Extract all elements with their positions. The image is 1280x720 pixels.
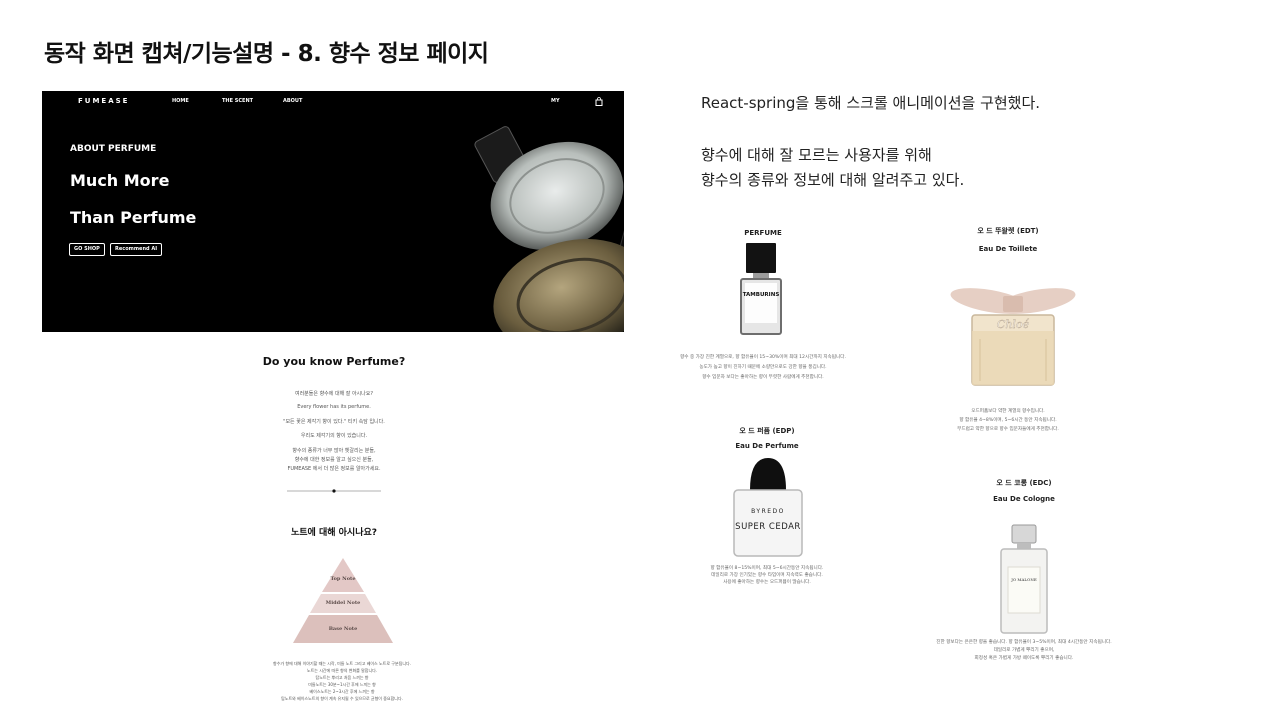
intro-line: 우리도 제각기의 향이 있습니다. xyxy=(300,433,368,439)
go-shop-button[interactable]: GO SHOP xyxy=(69,243,105,256)
type-subtitle-edp: Eau De Perfume xyxy=(735,442,799,450)
middle-note-label: Middel Note xyxy=(325,600,361,606)
hero-headline-2: Than Perfume xyxy=(70,208,197,227)
type-text-edc: 회정성 혹은 가볍게 가방 떼이도록 뿌리기 좋습니다. xyxy=(974,656,1074,661)
type-text-edc: 진한 향보다는 은은한 향을 좋습니다. 향 함유율이 3~5%이며, 최대 4… xyxy=(936,640,1112,645)
type-title-edp: 오 드 퍼퓸 (EDP) xyxy=(739,427,795,435)
byredo-bottle-label: SUPER CEDAR xyxy=(735,522,801,532)
brand-logo[interactable]: FUMEASE xyxy=(78,97,129,105)
nav-about[interactable]: ABOUT xyxy=(283,98,302,104)
nav-my[interactable]: MY xyxy=(551,98,560,104)
byredo-brand-label: BYREDO xyxy=(751,508,785,515)
notes-title: 노트에 대해 아시나요? xyxy=(290,528,377,538)
notes-line: 향수가 향에 대해 이야기할 때는 시작, 미들 노트 그리고 베이스 노트로 … xyxy=(273,661,411,666)
intro-line: 여러분들은 향수에 대해 잘 아시나요? xyxy=(294,391,373,397)
cart-icon[interactable] xyxy=(595,97,603,106)
tamburins-bottle-label: TAMBURINS xyxy=(743,292,780,298)
intro-title: Do you know Perfume? xyxy=(262,355,406,368)
intro-line: 향수의 종류가 너무 많아 헷갈리는 분들, xyxy=(292,448,376,454)
base-note-label: Base Note xyxy=(328,626,358,632)
intro-line: 향수에 대한 정보를 알고 싶으신 분들, xyxy=(294,457,374,463)
slide-title: 동작 화면 캡쳐/기능설명 - 8. 향수 정보 페이지 xyxy=(44,41,489,67)
type-text-perfume: 농도가 높고 향이 진하기 때문에 소량만으로도 강한 향을 풍깁니다. xyxy=(699,365,827,370)
jo-malone-bottle-label: JO MALONE xyxy=(1010,577,1037,582)
byredo-bottle-image: BYREDO SUPER CEDAR xyxy=(733,458,803,557)
nav-the-scent[interactable]: THE SCENT xyxy=(222,98,253,104)
intro-line: FUMEASE 에서 더 많은 정보를 알아가세요. xyxy=(287,466,381,472)
notes-line: 미들노트는 30분~1시간 후에 느끼는 향 xyxy=(308,682,376,687)
type-text-perfume: 향수 중 가장 진한 계열으로, 향 함유율이 15~30%이며 최대 12시간… xyxy=(680,355,846,360)
description-line-1: React-spring을 통해 스크롤 애니메이션을 구현했다. xyxy=(701,94,1041,112)
hero-subtitle: ABOUT PERFUME xyxy=(70,144,157,154)
hero-headline-1: Much More xyxy=(70,171,170,190)
intro-line: Every flower has its perfume. xyxy=(297,404,371,410)
type-title-edc: 오 드 코롱 (EDC) xyxy=(996,479,1052,487)
description-line-2: 향수에 대해 잘 모르는 사용자를 위해 xyxy=(701,146,932,164)
description-line-3: 향수의 종류와 정보에 대해 알려주고 있다. xyxy=(701,171,965,189)
notes-line: 노트는 시간에 따른 향의 변화를 말합니다. xyxy=(306,668,378,673)
type-subtitle-edc: Eau De Cologne xyxy=(993,495,1055,503)
notes-line: 탑노트와 베이스노트의 향이 계속 유지될 수 있으므로 균형이 중요합니다. xyxy=(281,696,403,701)
top-note-label: Top Note xyxy=(330,576,356,582)
intro-line: "모든 꽃은 제각기 향이 있다." 티키 속담 입니다. xyxy=(283,419,385,425)
type-title-edt: 오 드 뚜왈렛 (EDT) xyxy=(977,227,1039,235)
type-text-edt: 부드럽고 약한 향으로 향수 입문자들에게 추천합니다. xyxy=(957,427,1059,432)
notes-line: 탑노트는 뿌리고 처음 느끼는 향 xyxy=(315,675,369,680)
type-text-edp: 사용에 좋아하는 향수는 오드퍼퓸이 많습니다. xyxy=(723,580,811,585)
type-text-edt: 향 함유율 4~8%이며, 5~6시간 동안 지속됩니다. xyxy=(959,418,1057,423)
tamburins-bottle-image: TAMBURINS xyxy=(740,243,782,335)
pyramid-top-note xyxy=(322,558,364,592)
hero-screenshot: FUMEASE HOME THE SCENT ABOUT MY ABOUT PE… xyxy=(42,91,624,332)
perfume-bottle-image xyxy=(474,126,624,332)
type-title-perfume: PERFUME xyxy=(744,229,782,237)
top-nav: FUMEASE HOME THE SCENT ABOUT MY xyxy=(42,91,624,113)
type-text-perfume: 향수 입문자 보다는 좋아하는 향이 뚜렷한 사람에게 추천합니다. xyxy=(702,375,824,380)
divider-slider xyxy=(287,489,381,493)
type-text-edc: 데일리로 가볍게 뿌리기 좋으며, xyxy=(993,648,1055,653)
jo-malone-bottle-image: JO MALONE xyxy=(1000,524,1048,634)
nav-home[interactable]: HOME xyxy=(172,98,189,104)
type-subtitle-edt: Eau De Toillete xyxy=(978,245,1038,253)
notes-line: 베이스노트는 2~3시간 후에 느끼는 향 xyxy=(309,689,375,694)
chloe-bottle-label: Chloé xyxy=(997,318,1030,331)
type-text-edt: 오드퍼퓸보다 약한 계열의 향수입니다. xyxy=(971,409,1045,414)
chloe-bottle-image: Chloé xyxy=(950,288,1076,386)
recommend-ai-button[interactable]: Recommend AI xyxy=(110,243,163,256)
